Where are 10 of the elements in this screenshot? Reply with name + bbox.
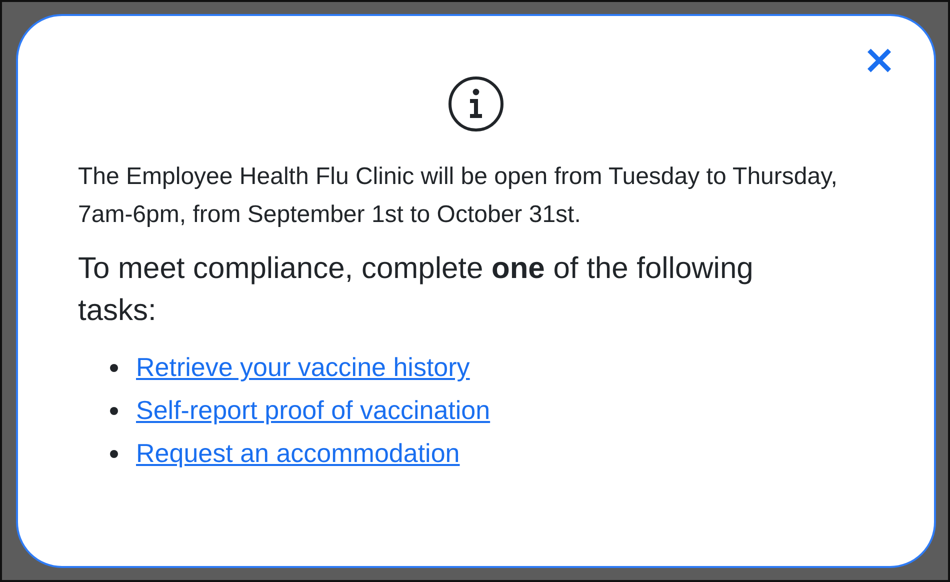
bullet-icon [110, 406, 118, 414]
close-button[interactable]: × [862, 42, 896, 78]
task-link[interactable]: Self-report proof of vaccination [136, 395, 490, 426]
task-link[interactable]: Retrieve your vaccine history [136, 352, 470, 383]
message-text: The Employee Health Flu Clinic will be open from Tuesday to Thursday, 7am-6pm, from September 1st to October 31st. [78, 162, 838, 230]
info-icon [448, 76, 504, 132]
bullet-icon [110, 364, 118, 372]
bullet-icon [110, 450, 118, 458]
task-link[interactable]: Request an accommodation [136, 438, 460, 469]
heading: To meet compliance, complete one of the following tasks: [78, 251, 754, 329]
